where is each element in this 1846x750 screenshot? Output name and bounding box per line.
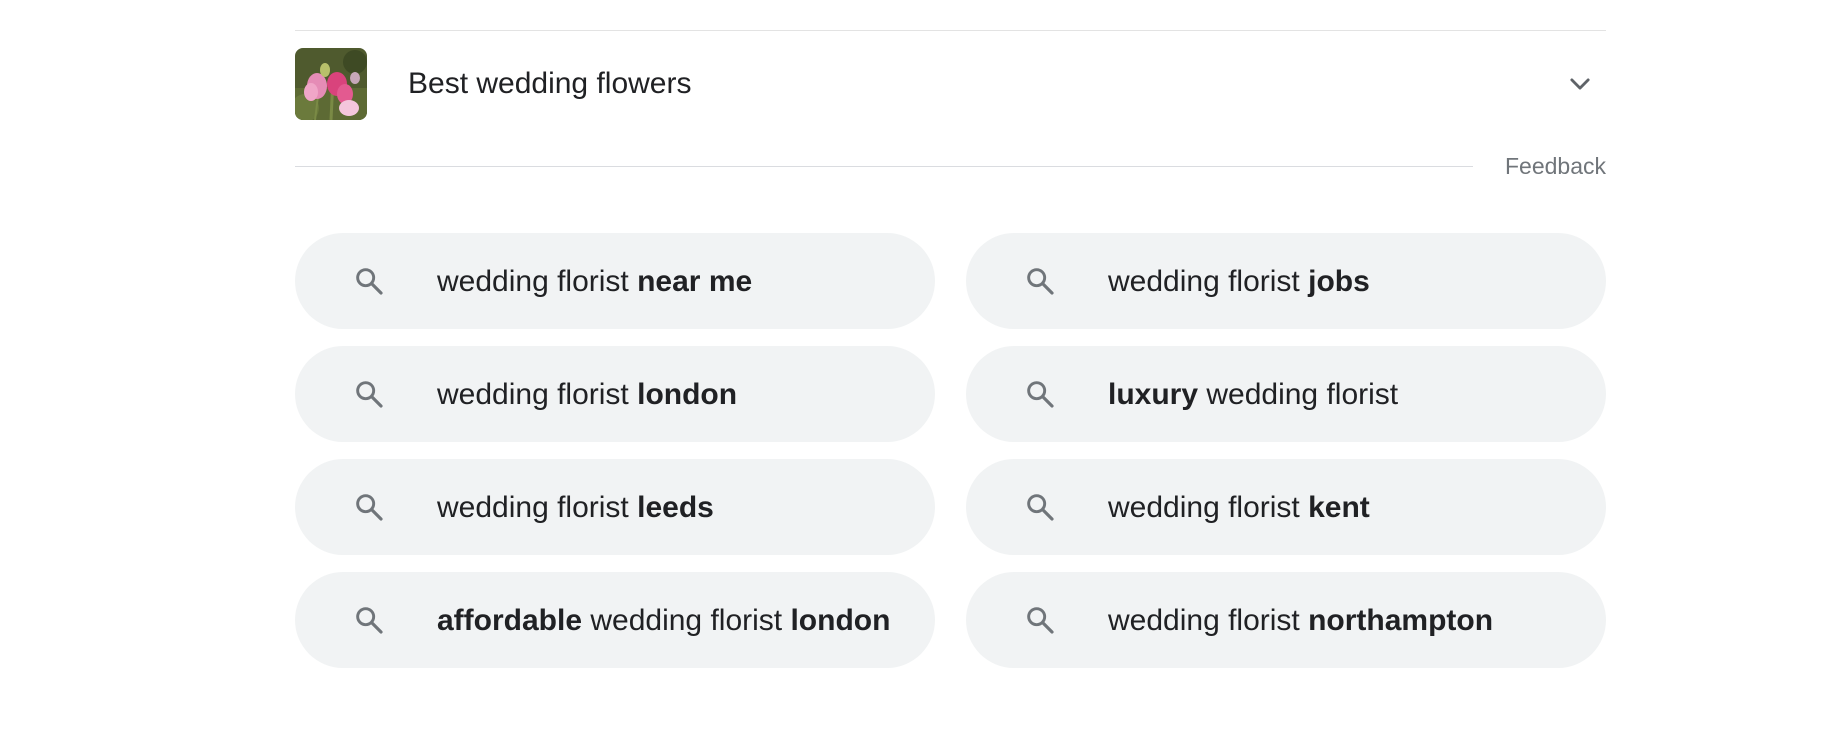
suggestion-label: wedding florist leeds: [437, 489, 714, 526]
search-icon: [353, 604, 385, 636]
suggestion-base-term: wedding florist: [437, 264, 638, 298]
suggestion-label: wedding florist near me: [437, 263, 752, 300]
search-icon: [1024, 378, 1056, 410]
search-suggestion-chip[interactable]: wedding florist leeds: [295, 459, 935, 555]
search-suggestion-chip[interactable]: wedding florist near me: [295, 233, 935, 329]
suggestion-bold-term: london: [790, 603, 891, 637]
suggestion-label: luxury wedding florist: [1108, 376, 1398, 413]
suggestion-base-term: wedding florist: [437, 377, 638, 411]
search-suggestion-chip[interactable]: affordable wedding florist london: [295, 572, 935, 668]
suggestion-bold-term: luxury: [1108, 377, 1199, 411]
suggestion-label: affordable wedding florist london: [437, 602, 890, 639]
suggestion-base-term: wedding florist: [1108, 490, 1309, 524]
top-divider: [295, 30, 1606, 31]
suggestion-bold-term: kent: [1308, 490, 1370, 524]
suggestion-base-term: wedding florist: [437, 490, 638, 524]
suggestion-bold-term: northampton: [1308, 603, 1494, 637]
search-suggestions-grid: wedding florist near me wedding florist j…: [295, 233, 1606, 668]
feedback-link[interactable]: Feedback: [1505, 153, 1606, 180]
chevron-down-icon[interactable]: [1566, 70, 1594, 98]
suggestion-bold-term: leeds: [637, 490, 714, 524]
suggestion-base-term: wedding florist: [1108, 603, 1309, 637]
search-suggestion-chip[interactable]: luxury wedding florist: [966, 346, 1606, 442]
search-icon: [353, 265, 385, 297]
suggestion-label: wedding florist jobs: [1108, 263, 1370, 300]
suggestion-label: wedding florist london: [437, 376, 737, 413]
suggestion-bold-term: affordable: [437, 603, 583, 637]
search-suggestion-chip[interactable]: wedding florist jobs: [966, 233, 1606, 329]
suggestion-bold-term: london: [637, 377, 738, 411]
search-icon: [353, 491, 385, 523]
search-icon: [353, 378, 385, 410]
suggestion-label: wedding florist northampton: [1108, 602, 1493, 639]
flower-thumbnail: [295, 48, 367, 120]
related-accordion-item[interactable]: Best wedding flowers: [295, 48, 1606, 120]
suggestion-label: wedding florist kent: [1108, 489, 1370, 526]
suggestion-bold-term: near me: [637, 264, 753, 298]
suggestion-bold-term: jobs: [1308, 264, 1370, 298]
feedback-row: Feedback: [295, 150, 1606, 184]
feedback-divider: [295, 166, 1473, 167]
search-icon: [1024, 604, 1056, 636]
search-icon: [1024, 265, 1056, 297]
suggestion-base-term: wedding florist: [1108, 264, 1309, 298]
search-icon: [1024, 491, 1056, 523]
suggestion-base-term: wedding florist: [582, 603, 791, 637]
search-suggestion-chip[interactable]: wedding florist kent: [966, 459, 1606, 555]
search-suggestion-chip[interactable]: wedding florist northampton: [966, 572, 1606, 668]
related-search-title: Best wedding flowers: [408, 67, 692, 100]
suggestion-base-term: wedding florist: [1198, 377, 1399, 411]
search-suggestion-chip[interactable]: wedding florist london: [295, 346, 935, 442]
